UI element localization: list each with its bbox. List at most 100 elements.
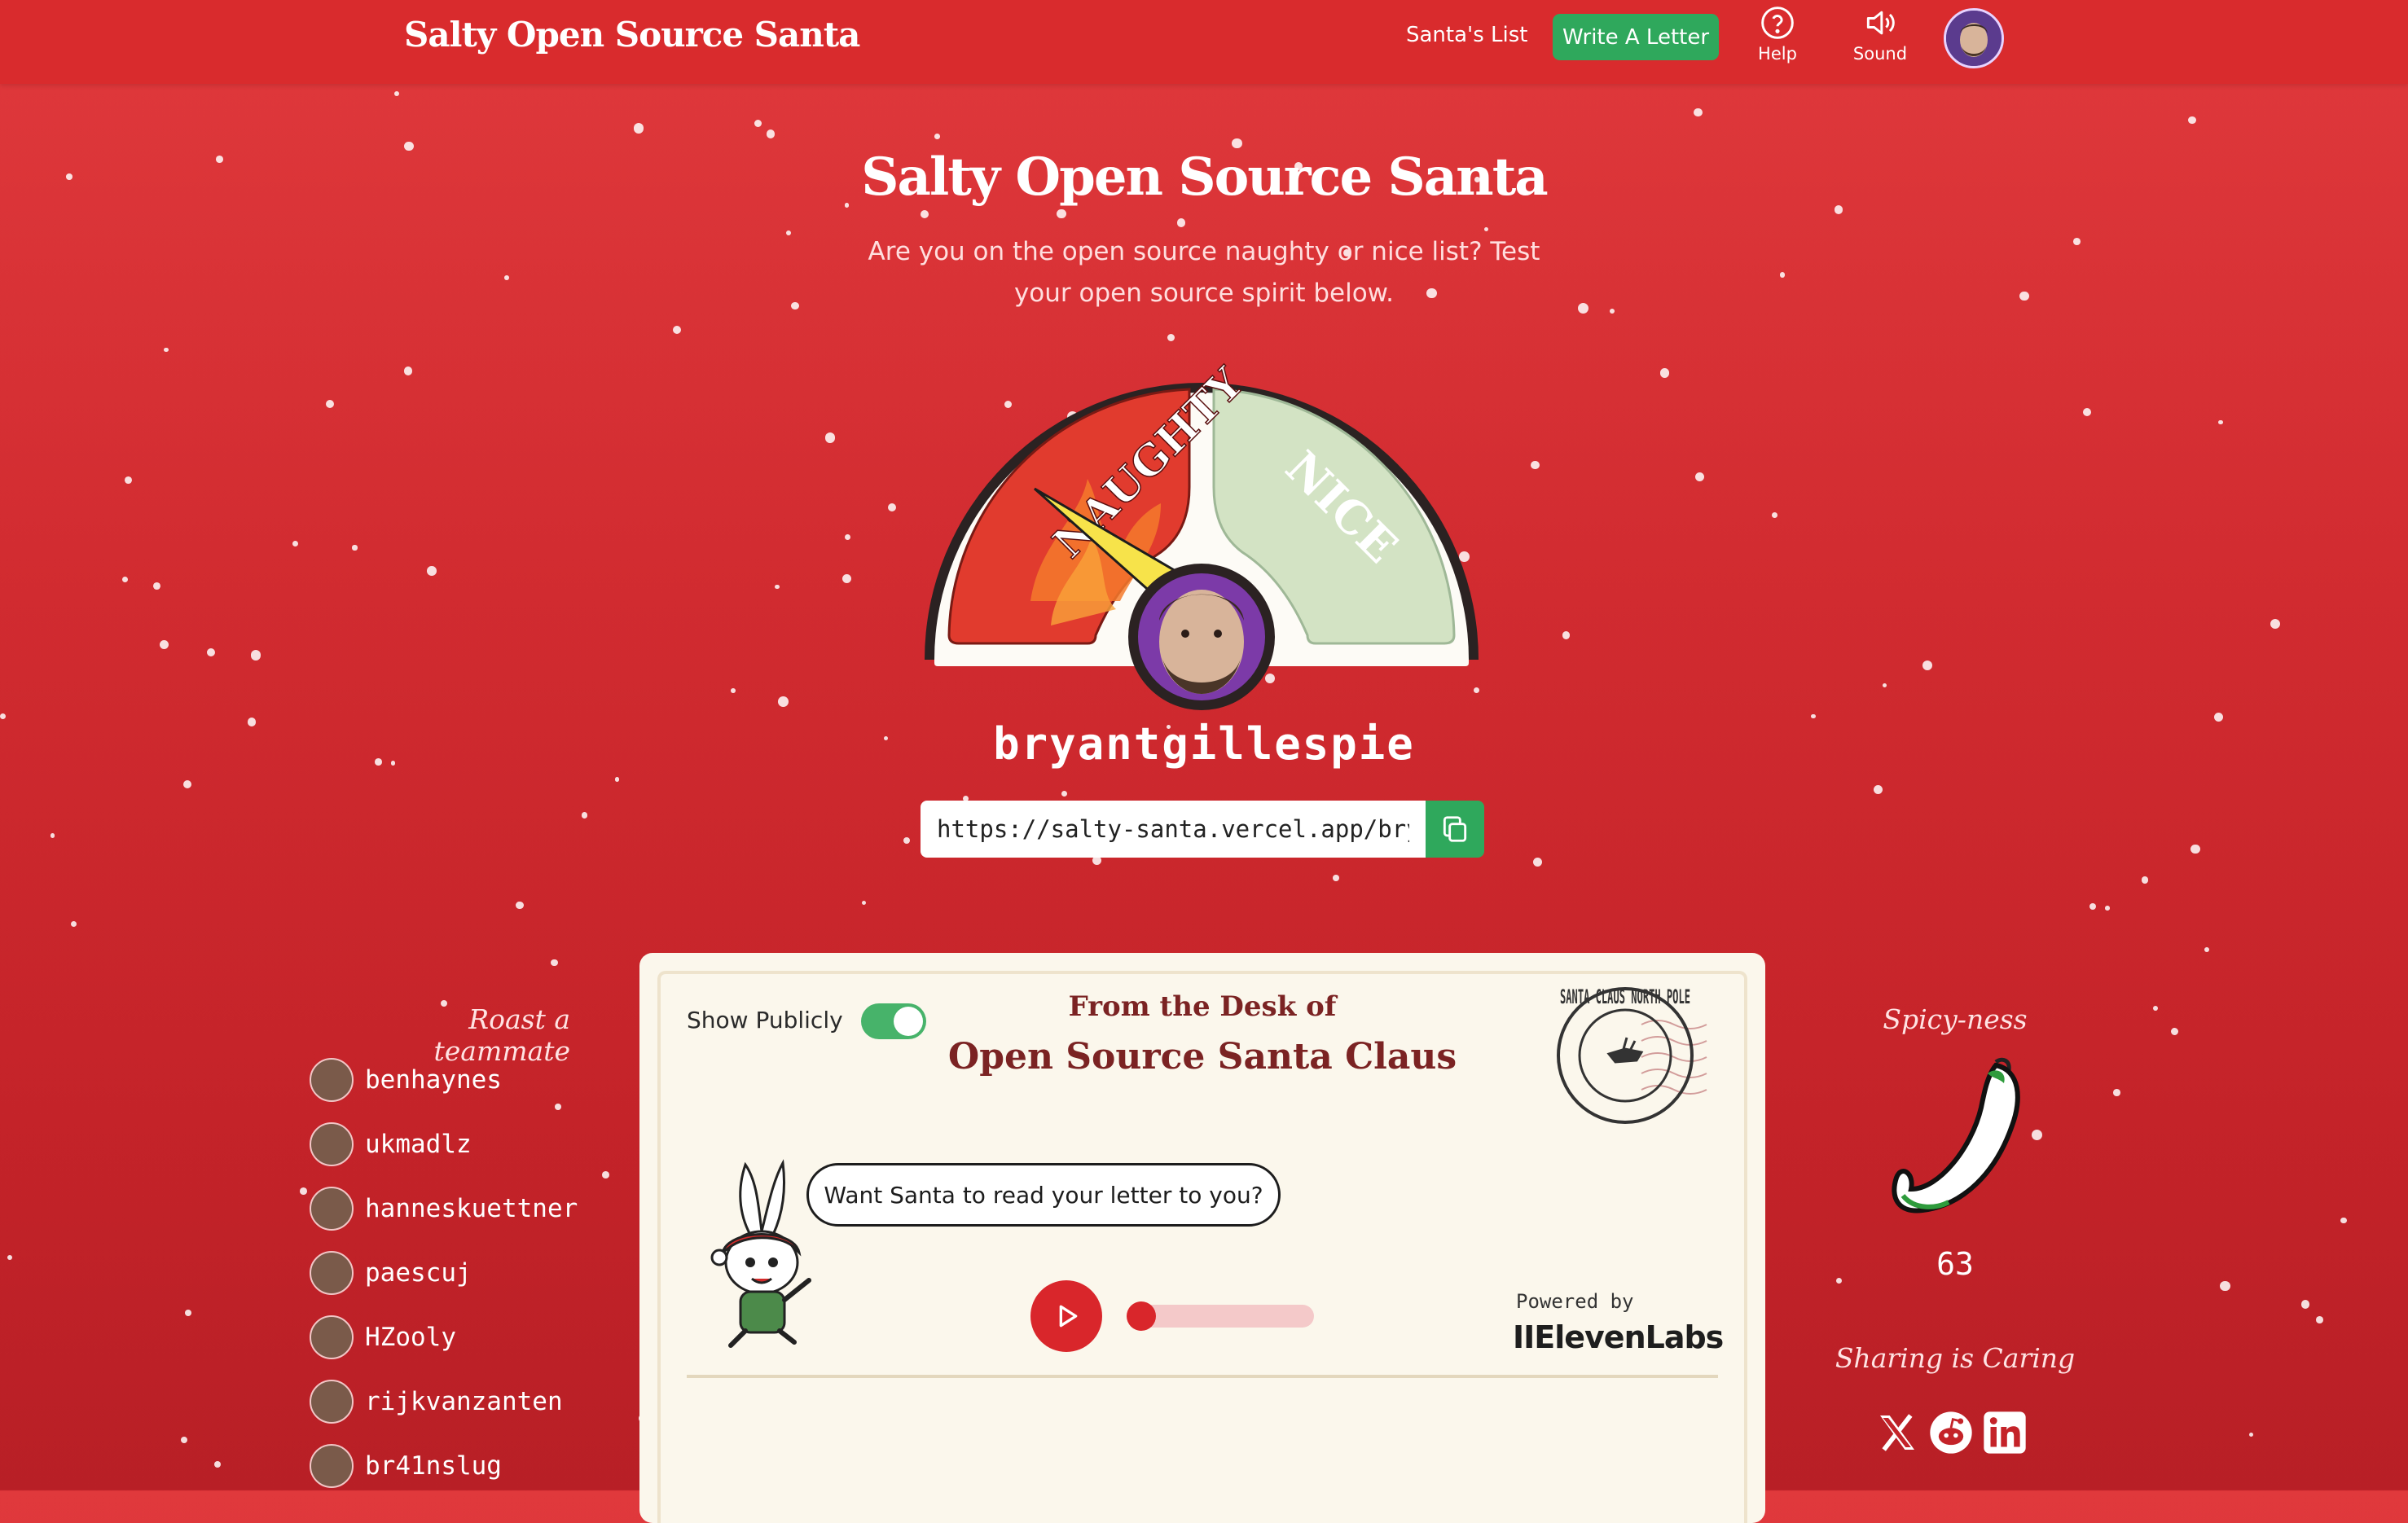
teammate-avatar — [310, 1187, 354, 1231]
reddit-share-button[interactable] — [1927, 1409, 1975, 1456]
snowflake — [1562, 631, 1571, 639]
snowflake — [887, 503, 896, 511]
snowflake — [1694, 472, 1705, 482]
powered-by-label: Powered by — [1516, 1290, 1634, 1313]
spicyness-title: Spicy-ness — [1883, 1003, 2028, 1035]
linkedin-share-button[interactable] — [1981, 1409, 2028, 1456]
snowflake — [251, 650, 261, 661]
play-button[interactable] — [1030, 1280, 1102, 1352]
top-navbar: Salty Open Source Santa Santa's List Wri… — [0, 0, 2408, 84]
sound-button[interactable]: Sound — [1848, 5, 1913, 70]
teammate-item[interactable]: HZooly — [310, 1315, 456, 1359]
snowflake — [581, 812, 587, 819]
snowflake — [1694, 108, 1703, 117]
snowflake — [427, 566, 437, 576]
snowflake — [841, 574, 852, 584]
sound-label: Sound — [1852, 44, 1908, 64]
snowflake — [503, 274, 509, 280]
snowflake — [2188, 116, 2196, 125]
santa-letter-card: Show Publicly From the Desk of Open Sour… — [639, 953, 1765, 1523]
teammate-name: HZooly — [365, 1323, 456, 1352]
chili-pepper-icon — [1892, 1057, 2020, 1214]
snowflake — [206, 647, 215, 656]
snowflake — [775, 584, 780, 589]
snowflake — [299, 1187, 307, 1196]
stamp-text: SANTA CLAUS NORTH POLE — [1560, 985, 1690, 1008]
snowflake — [824, 432, 835, 443]
x-share-button[interactable] — [1874, 1409, 1921, 1456]
snowflake — [1609, 308, 1615, 314]
teammate-item[interactable]: benhaynes — [310, 1058, 502, 1102]
user-avatar[interactable] — [1944, 8, 2004, 68]
north-pole-stamp: SANTA CLAUS NORTH POLE — [1557, 985, 1707, 1124]
snowflake — [125, 476, 132, 485]
teammate-item[interactable]: rijkvanzanten — [310, 1380, 563, 1424]
snowflake — [2170, 1028, 2178, 1036]
snowflake — [352, 545, 358, 551]
snowflake — [601, 1171, 609, 1178]
elevenlabs-logo[interactable]: IIElevenLabs — [1513, 1319, 1724, 1355]
snowflake — [731, 688, 736, 693]
snowflake — [153, 582, 161, 590]
teammate-name: paescuj — [365, 1258, 472, 1288]
copy-icon — [1443, 816, 1467, 842]
play-icon — [1059, 1305, 1078, 1328]
snowflake — [292, 540, 298, 546]
snowflake — [903, 836, 911, 845]
teammate-name: hanneskuettner — [365, 1194, 578, 1223]
snowflake — [614, 777, 620, 782]
audio-progress-thumb[interactable] — [1127, 1301, 1156, 1331]
teammate-item[interactable]: hanneskuettner — [310, 1187, 578, 1231]
snowflake — [672, 325, 681, 335]
snowflake — [164, 347, 169, 353]
snowflake — [766, 129, 776, 139]
snowflake — [70, 920, 77, 928]
teammate-item[interactable]: ukmadlz — [310, 1122, 472, 1166]
help-label: Help — [1758, 44, 1797, 64]
teammate-avatar — [310, 1058, 354, 1102]
snowflake — [2089, 902, 2097, 911]
snowflake — [2204, 946, 2209, 952]
linkedin-icon — [1984, 1411, 2026, 1454]
snowflake — [183, 779, 192, 788]
brand-title[interactable]: Salty Open Source Santa — [404, 15, 860, 55]
snowflake — [1533, 857, 1543, 867]
snowflake — [2141, 876, 2149, 884]
snowflake — [1835, 1278, 1843, 1284]
snowflake — [2153, 1006, 2158, 1012]
snowflake — [934, 134, 940, 140]
snowflake — [2218, 419, 2223, 425]
snowflake — [2340, 1217, 2348, 1224]
snowflake — [920, 210, 929, 218]
snowflake — [393, 90, 399, 96]
sharing-title: Sharing is Caring — [1835, 1342, 2076, 1374]
snowflake — [121, 577, 128, 582]
avatar-face-icon — [1946, 11, 2002, 66]
share-url-box — [921, 801, 1426, 858]
help-button[interactable]: Help — [1745, 5, 1810, 70]
snowflake — [2300, 1300, 2310, 1309]
snowflake — [1057, 208, 1067, 219]
copy-url-button[interactable] — [1426, 801, 1484, 858]
reddit-icon — [1930, 1411, 1972, 1454]
letter-divider — [687, 1375, 1718, 1378]
teammate-name: ukmadlz — [365, 1130, 472, 1159]
teammate-avatar — [310, 1444, 354, 1488]
snowflake — [633, 123, 644, 134]
snowflake — [1874, 784, 1883, 794]
snowflake — [844, 533, 851, 540]
santas-list-link[interactable]: Santa's List — [1406, 23, 1527, 47]
snowflake — [791, 302, 799, 310]
write-letter-button[interactable]: Write A Letter — [1553, 14, 1719, 60]
snowflake — [7, 1254, 13, 1261]
snowflake — [2104, 906, 2110, 911]
share-url-input[interactable] — [921, 801, 1426, 858]
teammate-item[interactable]: paescuj — [310, 1251, 472, 1295]
teammate-item[interactable]: br41nslug — [310, 1444, 502, 1488]
snowflake — [516, 901, 524, 910]
snowflake — [778, 696, 789, 707]
snowflake — [785, 230, 791, 236]
teammate-name: benhaynes — [365, 1065, 502, 1095]
snowflake — [1061, 790, 1067, 797]
snowflake — [1772, 512, 1778, 519]
